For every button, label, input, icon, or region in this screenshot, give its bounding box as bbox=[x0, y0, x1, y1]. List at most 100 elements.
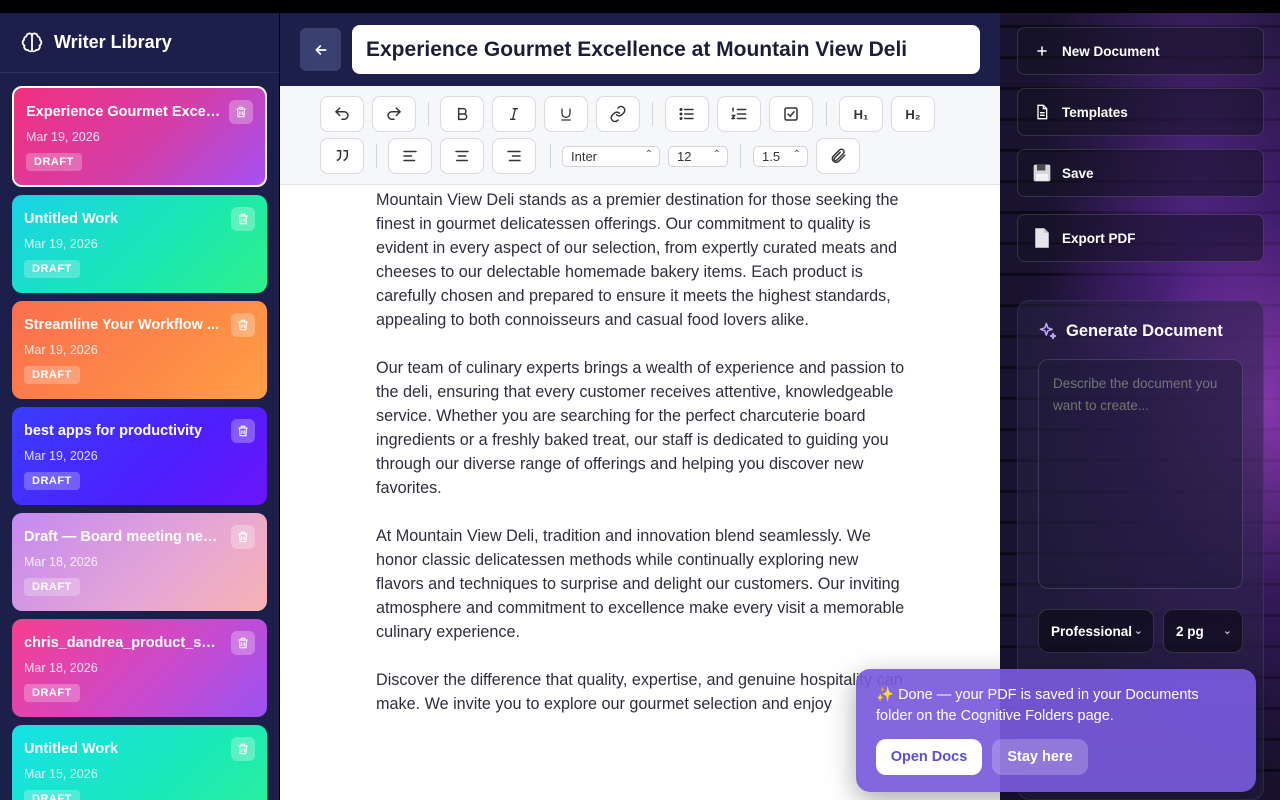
trash-icon bbox=[238, 425, 248, 437]
document-prompt-input[interactable] bbox=[1038, 359, 1243, 589]
document-card[interactable]: Experience Gourmet Excell... Mar 19, 202… bbox=[12, 86, 267, 187]
document-card[interactable]: best apps for productivity Mar 19, 2026 … bbox=[12, 407, 267, 505]
align-right-button[interactable] bbox=[492, 138, 536, 174]
align-left-button[interactable] bbox=[388, 138, 432, 174]
save-button[interactable]: Save bbox=[1017, 149, 1264, 197]
line-height-value: 1.5 bbox=[762, 149, 781, 164]
undo-button[interactable] bbox=[320, 96, 364, 132]
line-height-select[interactable]: 1.5 ⌃ bbox=[753, 146, 808, 167]
new-document-button[interactable]: New Document bbox=[1017, 27, 1264, 75]
italic-button[interactable] bbox=[492, 96, 536, 132]
save-label: Save bbox=[1062, 165, 1094, 181]
brain-icon bbox=[20, 31, 44, 55]
numbered-list-button[interactable] bbox=[717, 96, 761, 132]
toolbar-divider bbox=[428, 102, 429, 126]
toolbar-divider bbox=[550, 144, 551, 168]
delete-document-button[interactable] bbox=[231, 207, 255, 231]
heading-1-button[interactable]: H₁ bbox=[839, 96, 883, 132]
document-title: Untitled Work bbox=[24, 741, 118, 757]
document-card[interactable]: Draft — Board meeting next... Mar 18, 20… bbox=[12, 513, 267, 611]
plus-icon bbox=[1032, 45, 1052, 57]
delete-document-button[interactable] bbox=[231, 419, 255, 443]
document-date: Mar 19, 2026 bbox=[26, 130, 100, 144]
link-button[interactable] bbox=[596, 96, 640, 132]
font-family-value: Inter bbox=[571, 149, 598, 164]
document-card[interactable]: Untitled Work Mar 19, 2026 DRAFT bbox=[12, 195, 267, 293]
status-badge: DRAFT bbox=[24, 578, 80, 596]
delete-document-button[interactable] bbox=[231, 313, 255, 337]
document-date: Mar 15, 2026 bbox=[24, 767, 98, 781]
length-select[interactable]: 2 pg ⌄ bbox=[1163, 609, 1243, 653]
arrow-left-icon bbox=[315, 44, 326, 55]
document-card[interactable]: chris_dandrea_product_su... Mar 18, 2026… bbox=[12, 619, 267, 717]
attach-button[interactable] bbox=[816, 138, 860, 174]
chevron-updown-icon: ⌃ bbox=[644, 149, 653, 160]
heading-2-button[interactable]: H₂ bbox=[891, 96, 935, 132]
file-icon bbox=[1032, 227, 1052, 249]
font-size-select[interactable]: 12 ⌃ bbox=[668, 146, 728, 167]
toolbar-divider bbox=[652, 102, 653, 126]
link-icon bbox=[610, 105, 626, 123]
blockquote-button[interactable] bbox=[320, 138, 364, 174]
align-center-button[interactable] bbox=[440, 138, 484, 174]
bullet-list-button[interactable] bbox=[665, 96, 709, 132]
document-card[interactable]: Streamline Your Workflow ... Mar 19, 202… bbox=[12, 301, 267, 399]
templates-button[interactable]: Templates bbox=[1017, 88, 1264, 136]
sidebar: Writer Library Experience Gourmet Excell… bbox=[0, 13, 279, 800]
underline-button[interactable] bbox=[544, 96, 588, 132]
numbered-list-icon bbox=[730, 107, 747, 120]
chevron-down-icon: ⌄ bbox=[1222, 625, 1232, 637]
toolbar-divider bbox=[826, 102, 827, 126]
chevron-updown-icon: ⌃ bbox=[792, 149, 801, 160]
generate-title-label: Generate Document bbox=[1066, 321, 1223, 340]
delete-document-button[interactable] bbox=[231, 737, 255, 761]
document-title: Draft — Board meeting next... bbox=[24, 529, 220, 545]
font-family-select[interactable]: Inter ⌃ bbox=[562, 146, 660, 167]
delete-document-button[interactable] bbox=[231, 631, 255, 655]
export-pdf-button[interactable]: Export PDF bbox=[1017, 214, 1264, 262]
trash-icon bbox=[238, 637, 248, 649]
document-title: Untitled Work bbox=[24, 211, 118, 227]
trash-icon bbox=[236, 106, 246, 118]
export-pdf-label: Export PDF bbox=[1062, 230, 1136, 246]
italic-icon bbox=[510, 108, 518, 120]
open-docs-button[interactable]: Open Docs bbox=[876, 739, 982, 775]
sidebar-header: Writer Library bbox=[0, 13, 279, 73]
document-date: Mar 19, 2026 bbox=[24, 237, 98, 251]
style-select[interactable]: Professional ⌄ bbox=[1038, 609, 1154, 653]
paragraph: At Mountain View Deli, tradition and inn… bbox=[376, 527, 905, 641]
bold-button[interactable] bbox=[440, 96, 484, 132]
pdf-saved-toast: ✨ Done — your PDF is saved in your Docum… bbox=[856, 669, 1256, 792]
document-body[interactable]: Mountain View Deli stands as a premier d… bbox=[376, 188, 906, 740]
document-icon bbox=[1032, 103, 1052, 121]
status-badge: DRAFT bbox=[24, 472, 80, 490]
checklist-button[interactable] bbox=[769, 96, 813, 132]
delete-document-button[interactable] bbox=[231, 525, 255, 549]
window-top-bar bbox=[0, 0, 1280, 13]
trash-icon bbox=[238, 319, 248, 331]
stay-here-button[interactable]: Stay here bbox=[992, 739, 1088, 775]
formatting-toolbar: H₁ H₂ Inter ⌃ 12 ⌃ 1.5 ⌃ bbox=[280, 86, 1000, 185]
align-center-icon bbox=[455, 150, 469, 162]
back-button[interactable] bbox=[300, 28, 341, 71]
checkbox-icon bbox=[784, 107, 798, 121]
toolbar-divider bbox=[740, 144, 741, 168]
bullet-list-icon bbox=[679, 108, 694, 120]
paragraph: Discover the difference that quality, ex… bbox=[376, 671, 903, 713]
redo-icon bbox=[387, 107, 402, 120]
font-size-value: 12 bbox=[677, 149, 692, 164]
bold-icon bbox=[457, 107, 468, 121]
document-card[interactable]: Untitled Work Mar 15, 2026 DRAFT bbox=[12, 725, 267, 800]
redo-button[interactable] bbox=[372, 96, 416, 132]
floppy-disk-icon bbox=[1032, 163, 1052, 183]
paragraph: Mountain View Deli stands as a premier d… bbox=[376, 191, 899, 329]
trash-icon bbox=[238, 213, 248, 225]
delete-document-button[interactable] bbox=[229, 100, 253, 124]
document-title: chris_dandrea_product_su... bbox=[24, 635, 220, 651]
new-document-label: New Document bbox=[1062, 43, 1160, 59]
chevron-updown-icon: ⌃ bbox=[712, 149, 721, 160]
document-title-input[interactable] bbox=[352, 25, 980, 74]
status-badge: DRAFT bbox=[24, 260, 80, 278]
document-title: Experience Gourmet Excell... bbox=[26, 104, 222, 120]
style-value: Professional bbox=[1051, 623, 1133, 639]
